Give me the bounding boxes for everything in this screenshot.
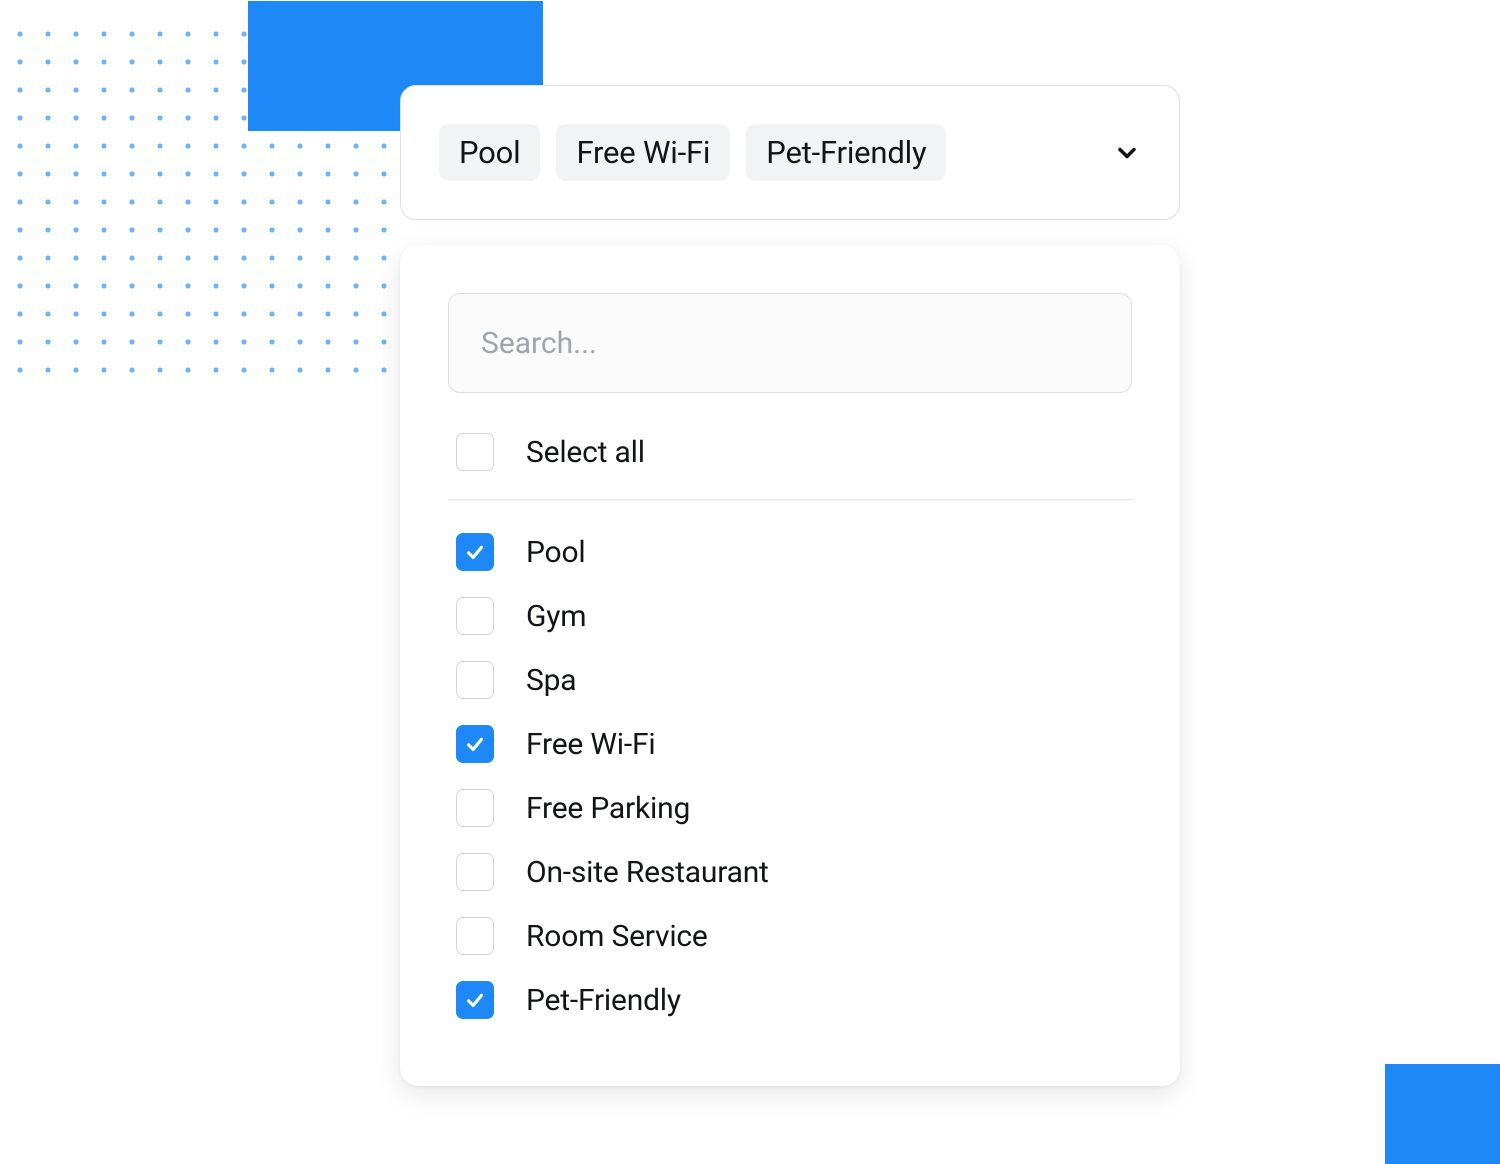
option-gym-label: Gym (526, 599, 586, 634)
chip-pet-friendly[interactable]: Pet-Friendly (746, 124, 946, 181)
select-all-option[interactable]: Select all (448, 419, 1132, 499)
chevron-down-icon (1113, 139, 1141, 167)
option-free-wifi-label: Free Wi-Fi (526, 727, 655, 762)
selected-chips: Pool Free Wi-Fi Pet-Friendly (439, 124, 1113, 181)
option-gym[interactable]: Gym (448, 584, 1132, 648)
chip-pool[interactable]: Pool (439, 124, 540, 181)
option-pet-friendly-label: Pet-Friendly (526, 983, 681, 1018)
option-onsite-restaurant-checkbox[interactable] (456, 853, 494, 891)
multiselect-dropdown: Select all Pool Gym Spa Free Wi-Fi (400, 245, 1180, 1086)
option-free-parking[interactable]: Free Parking (448, 776, 1132, 840)
option-onsite-restaurant-label: On-site Restaurant (526, 855, 769, 890)
options-list: Pool Gym Spa Free Wi-Fi Free Parking (448, 520, 1132, 1032)
option-pool[interactable]: Pool (448, 520, 1132, 584)
option-pet-friendly-checkbox[interactable] (456, 981, 494, 1019)
option-free-wifi-checkbox[interactable] (456, 725, 494, 763)
option-free-parking-checkbox[interactable] (456, 789, 494, 827)
search-input[interactable] (448, 293, 1132, 393)
multiselect-trigger[interactable]: Pool Free Wi-Fi Pet-Friendly (400, 85, 1180, 220)
option-onsite-restaurant[interactable]: On-site Restaurant (448, 840, 1132, 904)
chip-free-wifi[interactable]: Free Wi-Fi (556, 124, 730, 181)
option-gym-checkbox[interactable] (456, 597, 494, 635)
select-all-checkbox[interactable] (456, 433, 494, 471)
decorative-square-bottom (1385, 1064, 1500, 1164)
option-pet-friendly[interactable]: Pet-Friendly (448, 968, 1132, 1032)
option-free-wifi[interactable]: Free Wi-Fi (448, 712, 1132, 776)
dropdown-divider (448, 499, 1132, 500)
option-spa-label: Spa (526, 663, 576, 698)
select-all-label: Select all (526, 435, 645, 470)
option-room-service-checkbox[interactable] (456, 917, 494, 955)
option-pool-checkbox[interactable] (456, 533, 494, 571)
option-spa-checkbox[interactable] (456, 661, 494, 699)
option-free-parking-label: Free Parking (526, 791, 690, 826)
option-room-service-label: Room Service (526, 919, 708, 954)
option-room-service[interactable]: Room Service (448, 904, 1132, 968)
option-pool-label: Pool (526, 535, 585, 570)
option-spa[interactable]: Spa (448, 648, 1132, 712)
